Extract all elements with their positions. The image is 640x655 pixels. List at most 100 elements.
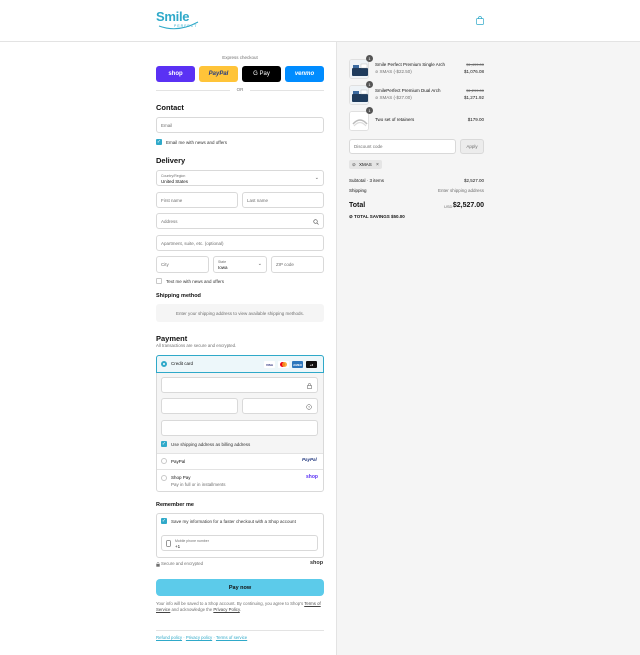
shopping-bag-icon[interactable] [476,16,484,25]
privacy-policy-footer-link[interactable]: Privacy policy [186,635,212,640]
payment-subtitle: All transactions are secure and encrypte… [156,343,237,348]
google-pay-button[interactable]: G Pay [242,66,281,82]
shipping-value: Enter shipping address [437,188,484,193]
address-placeholder: Address [161,218,178,224]
text-news-checkbox[interactable] [156,278,162,284]
apply-label: Apply [466,144,478,149]
pay-now-button[interactable]: Pay now [156,579,324,596]
name-on-card-field[interactable] [161,420,318,436]
disclaimer-text: Your info will be saved to a Shop accoun… [156,601,304,606]
billing-same-checkbox[interactable]: ✓ [161,441,167,447]
discount-code-field[interactable]: Discount code [349,139,456,154]
state-value: Iowa [218,265,228,270]
total-value: $2,527.00 [452,202,484,209]
mobile-phone-field[interactable]: Mobile phone number +1 [161,535,318,551]
close-icon[interactable]: × [376,162,379,168]
apartment-placeholder: Apartment, suite, etc. (optional) [161,240,224,246]
chevron-down-icon: ⌄ [257,261,262,267]
city-placeholder: City [161,262,169,267]
footer-divider [156,630,324,631]
disclaimer-text: and acknowledge the [170,607,214,612]
quantity-badge: 1 [366,81,373,88]
item-name: Smile Perfect Premium Single Arch [375,62,446,67]
quantity-badge: 1 [366,107,373,114]
expiration-date-field[interactable] [161,398,238,414]
paypal-option-label[interactable]: PayPal [171,459,185,464]
shop-pay-radio[interactable] [161,475,167,481]
security-code-field[interactable]: ? [242,398,318,414]
smile-swoosh-icon [158,21,199,30]
venmo-button[interactable]: venmo [285,66,324,82]
venmo-label: venmo [294,71,315,77]
country-select[interactable]: Country/Region United States ⌄ [156,170,324,186]
paypal-radio[interactable] [161,458,167,464]
country-value: United States [161,179,189,184]
city-field[interactable]: City [156,256,209,273]
text-news-label: Text me with news and offers [166,278,224,284]
zip-field[interactable]: ZIP code [271,256,324,273]
subtotal-value: $2,527.00 [463,178,484,183]
contact-heading: Contact [156,103,184,112]
apartment-field[interactable]: Apartment, suite, etc. (optional) [156,235,324,251]
apply-discount-button[interactable]: Apply [460,139,484,154]
brand-subtitle: PERFECT [174,24,198,28]
email-field[interactable]: Email [156,117,324,133]
item-price: $179.00 [467,117,484,122]
country-label: Country/Region [161,174,186,178]
brand-logo[interactable]: Smile PERFECT [156,9,200,33]
search-icon [313,219,319,225]
discount-placeholder: Discount code [354,144,383,149]
item-price: $1,076.08 [463,69,484,74]
item-price: $1,271.92 [463,95,484,100]
paypal-button[interactable]: PayPal [199,66,238,82]
total-savings-value: $50.00 [390,214,405,219]
total-label: Total [349,202,366,209]
refund-policy-link[interactable]: Refund policy [156,635,182,640]
shop-logo: shop [310,560,324,566]
visa-badge: VISA [264,361,275,368]
item-name: Two set of retainers [375,117,415,122]
first-name-field[interactable]: First name [156,192,238,208]
card-number-field[interactable] [161,377,318,393]
product-thumbnail [349,59,369,79]
last-name-placeholder: Last name [247,197,269,203]
item-discount-text: XMAS (-$27.00) [379,95,412,100]
shipping-label: Shipping [349,188,367,193]
shop-pay-option-label[interactable]: Shop Pay [171,475,191,480]
shop-pay-button[interactable]: shop [156,66,195,82]
shop-pay-subtitle: Pay in full or in installments [171,482,226,487]
google-pay-label: G Pay [253,71,270,77]
terms-of-service-footer-link[interactable]: Terms of service [216,635,247,640]
first-name-placeholder: First name [161,197,183,203]
credit-card-radio[interactable] [161,361,167,367]
phone-label: Mobile phone number [175,539,209,543]
footer-links: Refund policy · Privacy policy · Terms o… [156,635,248,640]
product-thumbnail [349,111,369,131]
shop-account-disclaimer: Your info will be saved to a Shop accoun… [156,601,324,613]
state-select[interactable]: State Iowa ⌄ [213,256,267,273]
total-savings-label: TOTAL SAVINGS [354,214,390,219]
shipping-method-heading: Shipping method [156,293,201,299]
email-placeholder: Email [161,122,173,128]
delivery-heading: Delivery [156,156,186,165]
quantity-badge: 1 [366,55,373,62]
last-name-field[interactable]: Last name [242,192,324,208]
header: Smile PERFECT [0,0,640,42]
address-field[interactable]: Address [156,213,324,229]
svg-text:?: ? [308,405,310,409]
discount-tag-label: XMAS [359,162,372,167]
save-info-checkbox[interactable]: ✓ [161,518,167,524]
item-discount-text: XMAS (-$22.50) [379,69,412,74]
email-news-checkbox[interactable]: ✓ [156,139,162,145]
remember-me-heading: Remember me [156,502,194,508]
shipping-method-message: Enter your shipping address to view avai… [156,304,324,322]
chevron-down-icon: ⌄ [314,175,319,181]
help-circle-icon[interactable]: ? [306,404,312,410]
state-label: State [218,260,227,264]
divider [157,469,323,470]
order-summary-panel [336,42,640,655]
save-info-label: Save my information for a faster checkou… [171,518,296,524]
item-old-price: $1,499.00 [466,62,484,67]
privacy-policy-link[interactable]: Privacy Policy [213,607,239,612]
phone-value: +1 [175,544,181,549]
